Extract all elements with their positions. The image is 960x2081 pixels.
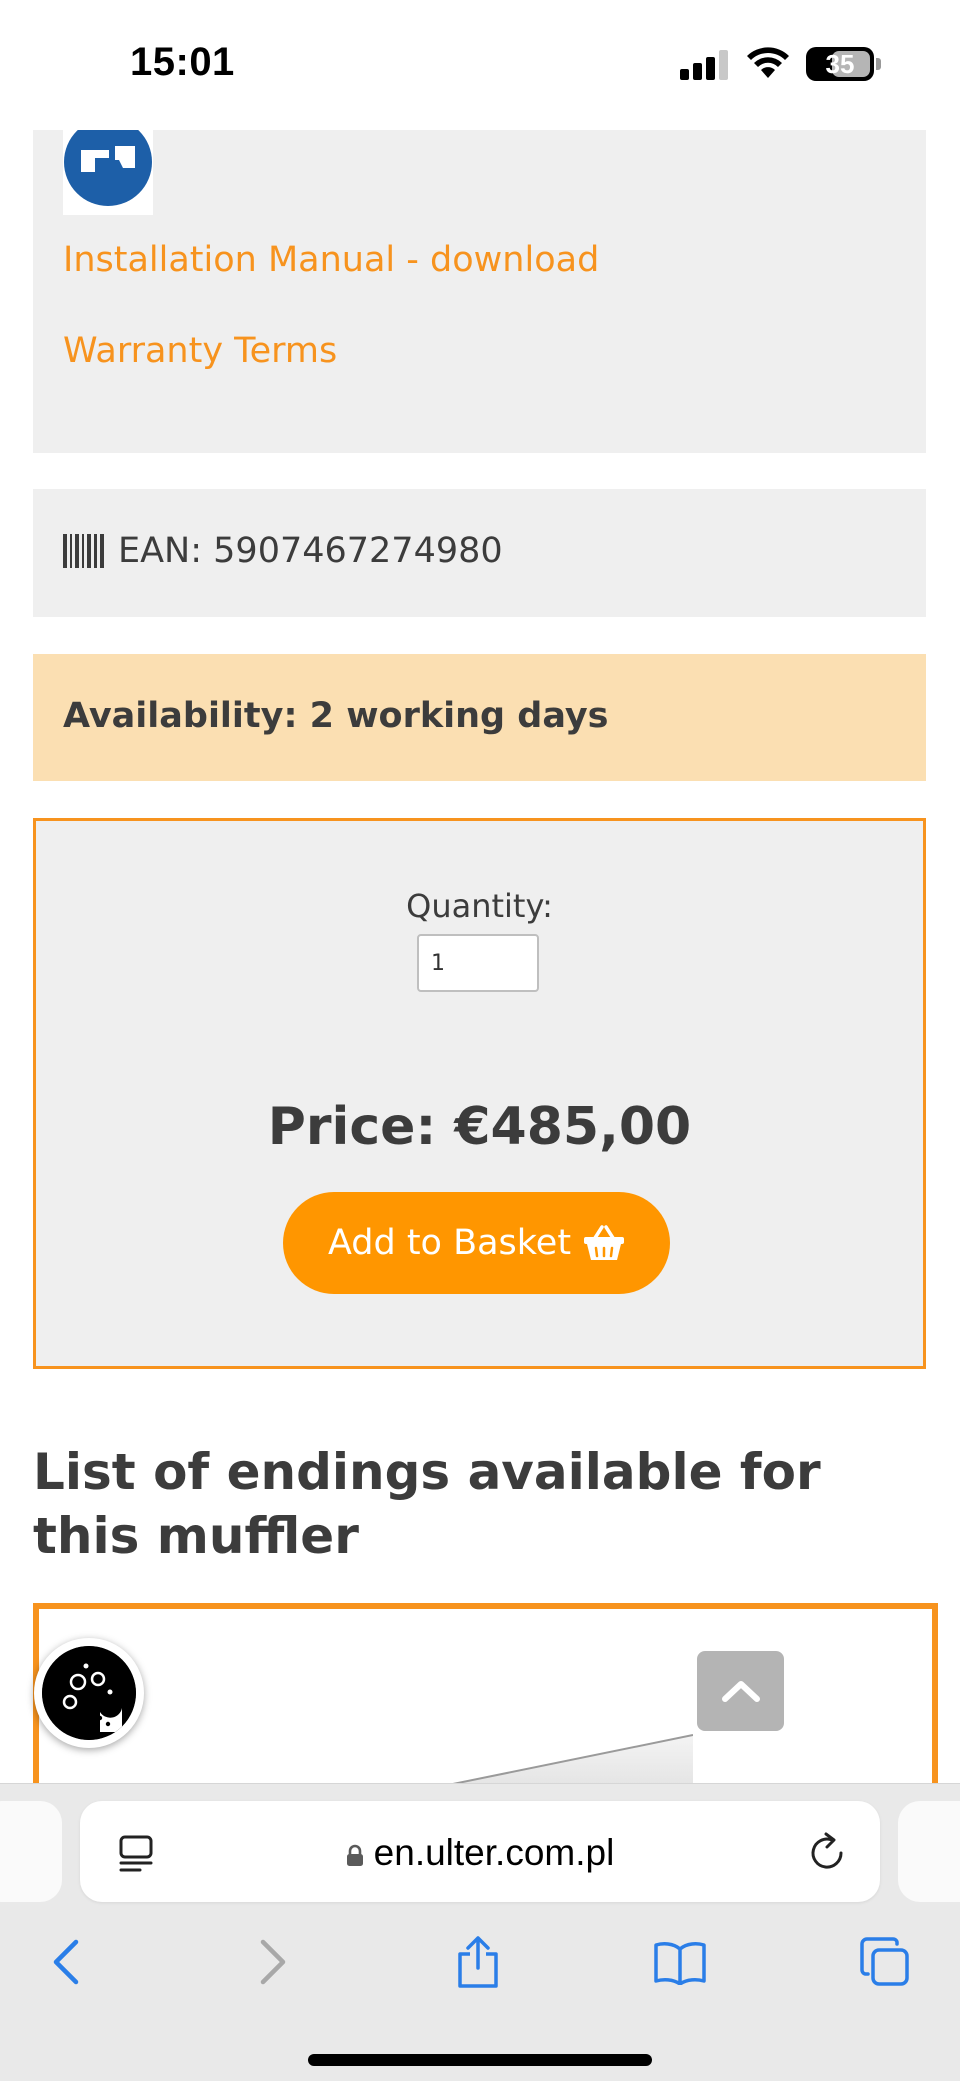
quantity-input[interactable] bbox=[417, 934, 539, 992]
scroll-to-top-button[interactable] bbox=[697, 1651, 784, 1731]
purchase-panel: Quantity: Price: €485,00 Add to Basket bbox=[33, 818, 926, 1369]
forward-button[interactable] bbox=[245, 1932, 301, 1992]
battery-icon: 35 bbox=[806, 47, 874, 81]
share-icon bbox=[458, 1936, 498, 1988]
cellular-signal-icon bbox=[680, 50, 730, 80]
cookie-icon bbox=[42, 1646, 136, 1740]
previous-tab-preview[interactable] bbox=[0, 1801, 62, 1902]
installation-manual-link[interactable]: Installation Manual - download bbox=[63, 240, 599, 280]
installation-icon bbox=[63, 120, 153, 215]
status-time: 15:01 bbox=[130, 40, 235, 84]
availability-panel: Availability: 2 working days bbox=[33, 654, 926, 781]
bookmarks-button[interactable] bbox=[650, 1932, 710, 1992]
availability-text: Availability: 2 working days bbox=[63, 696, 609, 736]
ean-panel: EAN: 5907467274980 bbox=[33, 489, 926, 617]
battery-level: 35 bbox=[825, 49, 855, 79]
bookmarks-icon bbox=[654, 1942, 706, 1985]
quantity-label: Quantity: bbox=[406, 887, 553, 925]
add-to-basket-button[interactable]: Add to Basket bbox=[283, 1192, 670, 1294]
lock-icon bbox=[346, 1844, 363, 1866]
url-text: en.ulter.com.pl bbox=[373, 1832, 615, 1873]
basket-icon bbox=[584, 1225, 625, 1260]
barcode-icon bbox=[63, 534, 104, 568]
reload-icon[interactable] bbox=[808, 1831, 848, 1873]
back-button[interactable] bbox=[38, 1932, 94, 1992]
back-icon bbox=[53, 1939, 79, 1985]
tabs-icon bbox=[860, 1937, 909, 1986]
next-tab-preview[interactable] bbox=[898, 1801, 960, 1902]
endings-section-title: List of endings available for this muffl… bbox=[33, 1443, 821, 1565]
status-bar: 15:01 35 bbox=[0, 0, 960, 130]
tabs-button[interactable] bbox=[855, 1932, 915, 1992]
browser-nav-row bbox=[0, 1932, 960, 2002]
chevron-up-icon bbox=[721, 1681, 760, 1702]
forward-icon bbox=[260, 1939, 286, 1985]
add-to-basket-label: Add to Basket bbox=[327, 1223, 572, 1263]
browser-toolbar: en.ulter.com.pl bbox=[0, 1783, 960, 2081]
cookie-settings-button[interactable] bbox=[34, 1638, 144, 1748]
endings-list-item[interactable] bbox=[33, 1603, 938, 1803]
documents-panel: Installation Manual - download Warranty … bbox=[33, 120, 926, 453]
ean-text: EAN: 5907467274980 bbox=[118, 531, 503, 571]
share-button[interactable] bbox=[448, 1932, 508, 1992]
warranty-terms-link[interactable]: Warranty Terms bbox=[63, 331, 337, 371]
home-indicator bbox=[308, 2054, 652, 2066]
address-bar[interactable]: en.ulter.com.pl bbox=[80, 1801, 880, 1902]
price-text: Price: €485,00 bbox=[267, 1097, 692, 1157]
wifi-icon bbox=[747, 47, 789, 78]
